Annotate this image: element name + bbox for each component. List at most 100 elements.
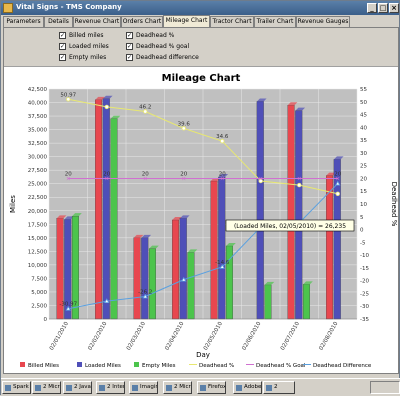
taskbar-item[interactable]: Adobe — [233, 381, 262, 394]
series-point — [297, 182, 302, 188]
taskbar-item-label: 2 Micr — [174, 384, 191, 390]
loaded-miles-label: Loaded miles — [69, 43, 109, 50]
y-tick-label: 37,500 — [28, 114, 48, 120]
bar — [302, 284, 310, 320]
deadhead-pct-checkbox[interactable]: ✓ Deadhead % — [126, 32, 174, 41]
tab-revenue-chart[interactable]: Revenue Chart — [73, 16, 121, 27]
y-axis-title: Miles — [9, 195, 17, 213]
data-label: 20 — [334, 171, 341, 177]
bar — [102, 98, 110, 320]
y-tick-label: 30,000 — [28, 155, 48, 161]
legend-swatch — [77, 362, 82, 367]
deadhead-pct-label: Deadhead % — [136, 32, 175, 39]
legend-swatch — [20, 362, 25, 367]
y2-tick-label: 0 — [360, 228, 364, 234]
taskbar-item-label: 2 Inter — [107, 384, 125, 390]
y2-tick-label: -35 — [360, 317, 369, 323]
check-icon: ✓ — [59, 43, 66, 50]
taskbar-item[interactable]: 2 Micr — [163, 381, 192, 394]
window-icon — [66, 385, 72, 391]
taskbar-item[interactable]: 2 Java — [63, 381, 92, 394]
bar — [210, 180, 218, 320]
title-bar: Vital Signs - TMS Company _ □ × — [1, 1, 399, 15]
x-tick-label: 02/07/2010 — [280, 321, 301, 352]
y2-tick-label: -5 — [360, 240, 366, 246]
bar — [256, 101, 264, 320]
x-tick-label: 02/01/2010 — [49, 321, 70, 352]
x-tick-label: 02/05/2010 — [203, 321, 224, 352]
legend-label: Loaded Miles — [85, 363, 121, 369]
y2-tick-label: 5 — [360, 215, 364, 221]
check-icon: ✓ — [126, 54, 133, 61]
tab-tractor-chart[interactable]: Tractor Chart — [210, 16, 254, 27]
y-tick-label: 22,500 — [28, 195, 48, 201]
data-label: 50.97 — [60, 92, 76, 98]
y-tick-label: 12,500 — [28, 249, 48, 255]
x-axis: 02/01/2010 02/02/2010 02/03/2010 02/04/2010… — [49, 318, 357, 352]
y-tick-label: 17,500 — [28, 222, 48, 228]
tab-orders-chart[interactable]: Orders Chart — [121, 16, 163, 27]
taskbar-item-label: Firefox — [208, 384, 226, 390]
y-tick-label: 0 — [44, 317, 48, 323]
tab-trailer-chart[interactable]: Trailer Chart — [254, 16, 296, 27]
deadhead-difference-label: Deadhead difference — [136, 54, 199, 61]
data-label: 20 — [65, 171, 72, 177]
bar — [287, 105, 295, 320]
y2-tick-label: 55 — [360, 87, 367, 93]
taskbar-item[interactable]: 2 Micr — [32, 381, 61, 394]
close-button[interactable]: × — [389, 3, 399, 13]
loaded-miles-checkbox[interactable]: ✓ Loaded miles — [59, 43, 109, 52]
mileage-panel: ✓ Billed miles ✓ Loaded miles ✓ Empty miles… — [3, 27, 399, 374]
y-tick-label: 32,500 — [28, 141, 48, 147]
taskbar-item[interactable]: Spark — [2, 381, 31, 394]
y2-tick-label: 15 — [360, 189, 367, 195]
x-tick-label: 02/06/2010 — [241, 321, 262, 352]
maximize-button[interactable]: □ — [378, 3, 388, 13]
taskbar: Spark 2 Micr 2 Java 2 Inter Imaging 2 Micr Fir… — [1, 378, 400, 396]
y-tick-label: 15,000 — [28, 236, 48, 242]
bar — [326, 175, 334, 320]
legend-label: Deadhead % Goal — [256, 363, 306, 369]
taskbar-item[interactable]: 2 Inter — [96, 381, 125, 394]
minimize-button[interactable]: _ — [367, 3, 377, 13]
data-label: 20 — [180, 171, 187, 177]
y-tick-label: 5,000 — [31, 290, 47, 296]
empty-miles-checkbox[interactable]: ✓ Empty miles — [59, 54, 106, 63]
data-label: -14.6 — [215, 260, 230, 266]
taskbar-item-label: Imaging — [140, 384, 157, 390]
y2-axis: -35 -30 -25 -20 -15 -10 -5 0 5 10 15 20 25 30 35 40 45 50… — [360, 87, 369, 323]
y-tick-label: 42,500 — [28, 87, 48, 93]
mileage-chart: Mileage Chart 0 2,500 5,000 7,500 10,000 12,5… — [4, 66, 398, 373]
y2-tick-label: -25 — [360, 291, 369, 297]
y2-tick-label: -10 — [360, 253, 369, 259]
taskbar-item[interactable]: Imaging — [129, 381, 158, 394]
billed-miles-label: Billed miles — [69, 32, 104, 39]
series-point: × — [258, 175, 263, 182]
y-tick-label: 2,500 — [31, 303, 47, 309]
legend-label: Empty Miles — [142, 363, 176, 369]
deadhead-goal-label: Deadhead % goal — [136, 43, 190, 50]
deadhead-difference-checkbox[interactable]: ✓ Deadhead difference — [126, 54, 199, 63]
window-icon — [99, 385, 105, 391]
taskbar-item[interactable]: Firefox — [197, 381, 226, 394]
y2-tick-label: 10 — [360, 202, 367, 208]
taskbar-item[interactable]: 2 — [263, 381, 295, 394]
x-axis-title: Day — [196, 351, 210, 359]
tab-parameters[interactable]: Parameters — [3, 16, 44, 27]
window-icon — [5, 385, 11, 391]
deadhead-goal-checkbox[interactable]: ✓ Deadhead % goal — [126, 43, 189, 52]
bar — [264, 284, 272, 320]
window-icon — [236, 385, 242, 391]
tab-details[interactable]: Details — [44, 16, 73, 27]
mileage-chart-svg: Mileage Chart 0 2,500 5,000 7,500 10,000 12,5… — [9, 73, 398, 369]
data-label: 39.6 — [178, 121, 191, 127]
billed-miles-checkbox[interactable]: ✓ Billed miles — [59, 32, 104, 41]
x-tick-label: 02/02/2010 — [87, 321, 108, 352]
tab-mileage-chart[interactable]: Mileage Chart — [163, 15, 210, 27]
tab-revenue-gauges[interactable]: Revenue Gauges — [296, 16, 350, 27]
y2-tick-label: 20 — [360, 176, 367, 182]
series-point — [335, 191, 340, 196]
empty-miles-label: Empty miles — [69, 54, 107, 61]
app-icon — [3, 3, 13, 13]
check-icon: ✓ — [126, 32, 133, 39]
